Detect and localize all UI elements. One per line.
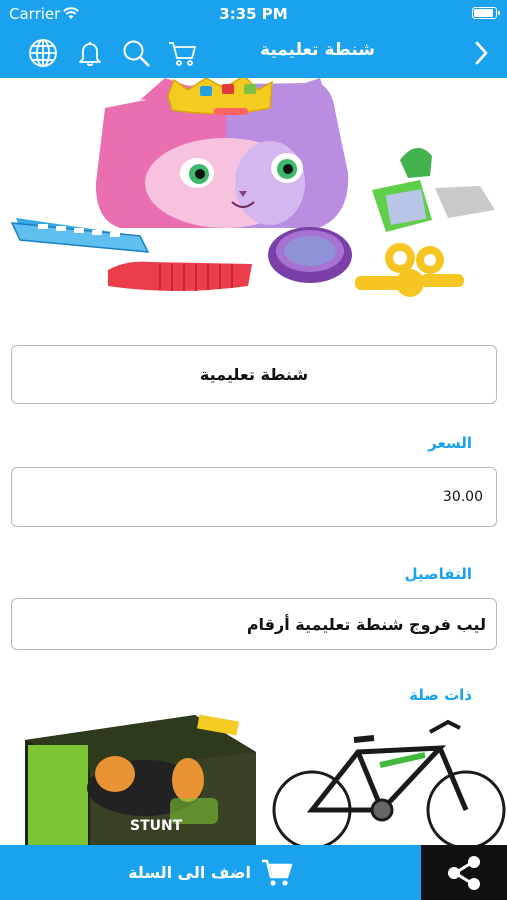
- share-icon: [448, 855, 480, 890]
- navigation-bar: شنطة تعليمية: [0, 28, 507, 78]
- bell-icon[interactable]: [74, 37, 106, 69]
- related-item-stunt-car[interactable]: STUNT: [20, 710, 260, 845]
- details-value: ليب فروج شنطة تعليمية أرقام: [246, 614, 486, 634]
- price-field: 30.00: [11, 467, 497, 527]
- cart-icon[interactable]: [166, 37, 198, 69]
- product-image: [0, 78, 507, 333]
- battery-icon: [472, 7, 500, 19]
- page-title: شنطة تعليمية: [260, 40, 375, 60]
- add-to-cart-label: اضف الى السلة: [128, 863, 251, 882]
- product-details-screen: Carrier 3:35 PM شنطة تعليمية شنطة تعليمي…: [0, 0, 507, 900]
- related-item-bicycle[interactable]: [270, 710, 507, 845]
- share-button[interactable]: [421, 845, 507, 900]
- product-name: شنطة تعليمية: [199, 365, 309, 384]
- status-bar: Carrier 3:35 PM: [0, 0, 507, 28]
- details-field: ليب فروج شنطة تعليمية أرقام: [11, 598, 497, 650]
- price-value: 30.00: [442, 489, 483, 505]
- related-label: ذات صلة: [409, 686, 472, 704]
- chevron-right-icon[interactable]: [465, 37, 497, 69]
- bottom-action-bar: اضف الى السلة: [0, 845, 507, 900]
- cart-icon: [261, 858, 293, 888]
- price-label: السعر: [428, 434, 472, 452]
- related-products: STUNT: [0, 710, 507, 845]
- details-label: التفاصيل: [404, 565, 472, 583]
- svg-text:STUNT: STUNT: [130, 818, 183, 834]
- product-name-field: شنطة تعليمية: [11, 345, 497, 404]
- clock: 3:35 PM: [219, 5, 288, 23]
- add-to-cart-button[interactable]: اضف الى السلة: [0, 845, 421, 900]
- search-icon[interactable]: [120, 37, 152, 69]
- globe-icon[interactable]: [27, 37, 59, 69]
